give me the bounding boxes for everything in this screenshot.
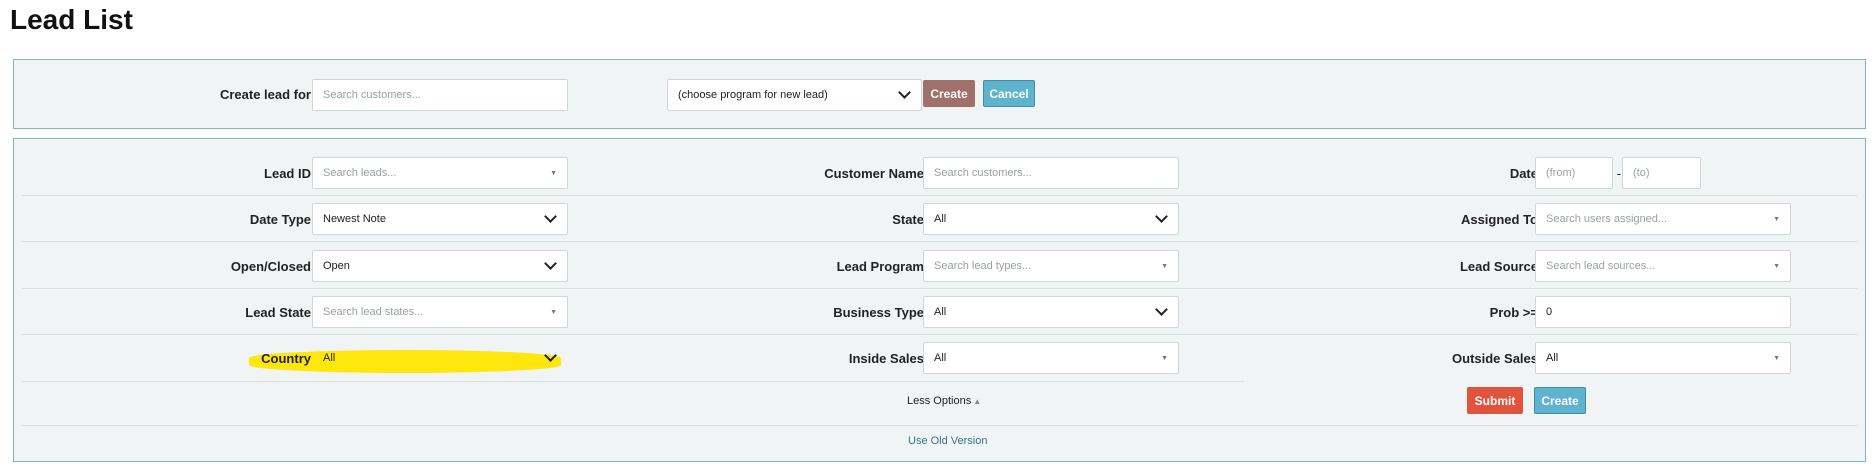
lead-program-label: Lead Program <box>836 259 924 274</box>
caret-up-icon: ▲ <box>973 397 982 406</box>
lead-id-label: Lead ID <box>264 166 311 181</box>
row-divider <box>22 288 1857 289</box>
caret-down-icon: ▼ <box>1161 262 1168 270</box>
filter-panel: Lead ID Search leads... ▼ Customer Name … <box>13 138 1866 462</box>
lead-source-search[interactable]: Search lead sources... ▼ <box>1535 250 1791 282</box>
create-lead-customer-input[interactable]: Search customers... <box>312 79 568 111</box>
outside-sales-search[interactable]: All ▼ <box>1535 342 1791 374</box>
create-button[interactable]: Create <box>1534 387 1586 414</box>
chevron-down-icon <box>544 257 557 270</box>
caret-down-icon: ▼ <box>550 169 557 177</box>
assigned-to-search[interactable]: Search users assigned... ▼ <box>1535 203 1791 235</box>
prob-input[interactable]: 0 <box>1535 296 1791 328</box>
chevron-down-icon <box>544 349 557 362</box>
date-separator: - <box>1616 166 1621 181</box>
open-closed-label: Open/Closed <box>230 259 311 274</box>
less-options-toggle[interactable]: Less Options ▲ <box>907 395 981 407</box>
state-label: State <box>892 212 924 227</box>
page-title: Lead List <box>10 4 133 35</box>
business-type-select[interactable]: All <box>923 296 1179 328</box>
chevron-down-icon <box>1155 303 1168 316</box>
country-label: Country <box>261 351 311 366</box>
row-divider <box>22 195 1857 196</box>
customer-name-input[interactable]: Search customers... <box>923 157 1179 189</box>
inside-sales-label: Inside Sales <box>848 351 924 366</box>
use-old-version-link[interactable]: Use Old Version <box>908 435 987 447</box>
assigned-to-label: Assigned To <box>1460 212 1538 227</box>
lead-source-label: Lead Source <box>1459 259 1538 274</box>
caret-down-icon: ▼ <box>1773 215 1780 223</box>
customer-name-label: Customer Name <box>824 166 924 181</box>
lead-id-search[interactable]: Search leads... ▼ <box>312 157 568 189</box>
date-type-label: Date Type <box>249 212 311 227</box>
row-divider <box>22 334 1857 335</box>
country-select[interactable]: All <box>312 342 568 374</box>
chevron-down-icon <box>1155 210 1168 223</box>
caret-down-icon: ▼ <box>550 308 557 316</box>
outside-sales-label: Outside Sales <box>1452 351 1538 366</box>
date-type-select[interactable]: Newest Note <box>312 203 568 235</box>
date-label: Date <box>1509 166 1538 181</box>
row-divider <box>22 241 1857 242</box>
inside-sales-search[interactable]: All ▼ <box>923 342 1179 374</box>
chevron-down-icon <box>898 86 911 99</box>
create-lead-panel: Create lead for Search customers... (cho… <box>13 59 1866 129</box>
date-to-input[interactable]: (to) <box>1622 157 1701 189</box>
caret-down-icon: ▼ <box>1161 354 1168 362</box>
caret-down-icon: ▼ <box>1773 354 1780 362</box>
row-divider <box>22 425 1857 426</box>
open-closed-select[interactable]: Open <box>312 250 568 282</box>
prob-label: Prob >= <box>1489 305 1538 320</box>
business-type-label: Business Type <box>833 305 924 320</box>
chevron-down-icon <box>544 210 557 223</box>
create-lead-button[interactable]: Create <box>923 80 975 107</box>
lead-state-label: Lead State <box>245 305 311 320</box>
row-divider <box>22 381 1244 382</box>
submit-button[interactable]: Submit <box>1467 387 1523 414</box>
cancel-button[interactable]: Cancel <box>983 80 1035 107</box>
lead-state-search[interactable]: Search lead states... ▼ <box>312 296 568 328</box>
state-select[interactable]: All <box>923 203 1179 235</box>
date-from-input[interactable]: (from) <box>1535 157 1613 189</box>
program-select[interactable]: (choose program for new lead) <box>667 79 922 111</box>
caret-down-icon: ▼ <box>1773 262 1780 270</box>
create-lead-label: Create lead for <box>219 87 311 102</box>
lead-program-search[interactable]: Search lead types... ▼ <box>923 250 1179 282</box>
